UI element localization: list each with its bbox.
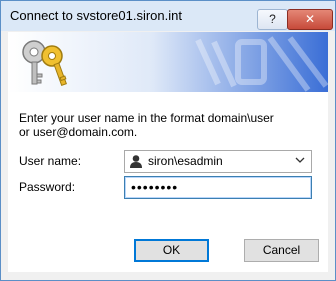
username-combobox[interactable]: siron\esadmin: [124, 150, 312, 173]
keys-banner-graphic: [22, 36, 328, 92]
password-field[interactable]: ••••••••: [124, 176, 312, 199]
username-label: User name:: [19, 154, 82, 168]
username-value: siron\esadmin: [148, 154, 223, 168]
password-label: Password:: [19, 180, 76, 194]
help-button[interactable]: ?: [257, 9, 288, 30]
user-icon: [129, 154, 143, 171]
chevron-down-icon[interactable]: [294, 154, 306, 169]
connect-dialog: Connect to svstore01.siron.int ? ✕ Enter…: [0, 0, 336, 281]
password-value: ••••••••: [131, 179, 179, 195]
cancel-button[interactable]: Cancel: [244, 239, 319, 262]
dialog-content: Enter your user name in the format domai…: [8, 92, 328, 272]
ok-button[interactable]: OK: [134, 239, 209, 262]
title-bar[interactable]: Connect to svstore01.siron.int ? ✕: [1, 1, 335, 31]
banner: [8, 32, 328, 92]
instruction-text: Enter your user name in the format domai…: [19, 111, 274, 139]
window-title: Connect to svstore01.siron.int: [10, 8, 182, 23]
keys-icon: [22, 40, 67, 86]
close-button[interactable]: ✕: [287, 9, 333, 30]
